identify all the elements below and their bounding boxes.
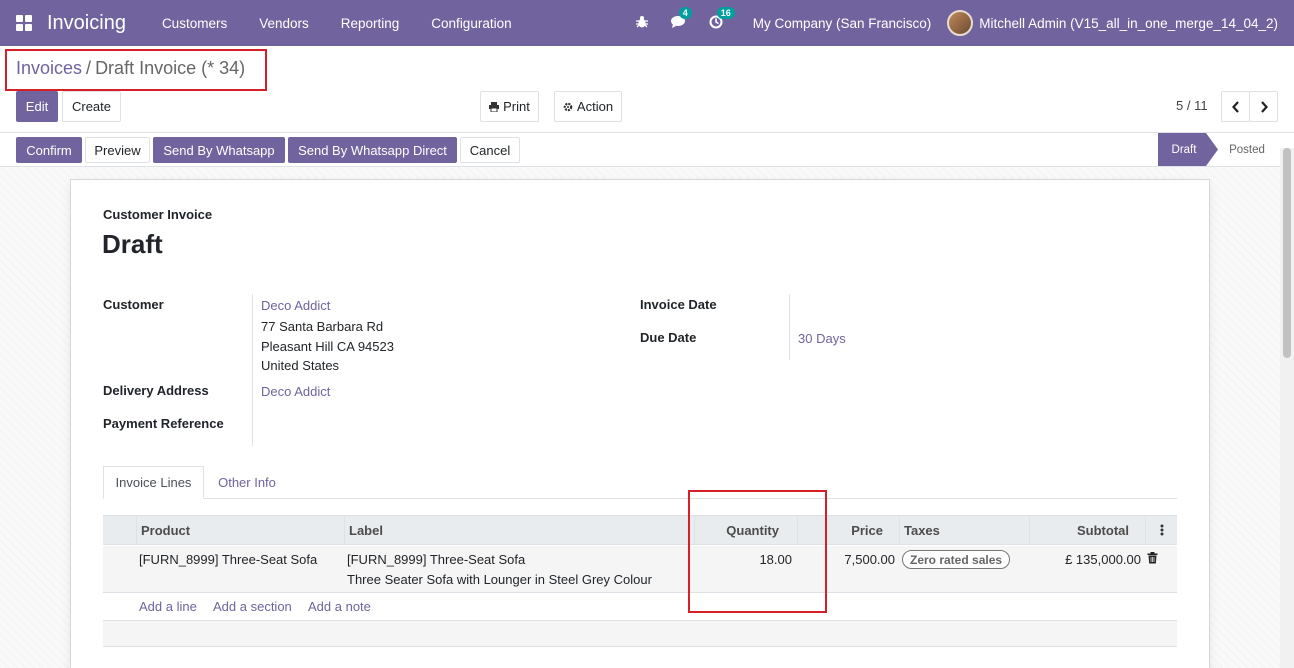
- app-name[interactable]: Invoicing: [47, 12, 126, 35]
- customer-name-link[interactable]: Deco Addict: [261, 298, 330, 313]
- payment-reference-label: Payment Reference: [103, 416, 224, 431]
- menu-vendors[interactable]: Vendors: [243, 16, 325, 31]
- tab-other-info[interactable]: Other Info: [204, 466, 290, 499]
- due-date-label: Due Date: [640, 330, 697, 345]
- apps-menu-icon[interactable]: [16, 15, 32, 31]
- menu-reporting[interactable]: Reporting: [325, 16, 416, 31]
- vertical-scrollbar[interactable]: [1280, 148, 1294, 668]
- cancel-button[interactable]: Cancel: [460, 137, 520, 163]
- pager-next-button[interactable]: [1249, 91, 1278, 122]
- print-icon: [489, 101, 500, 112]
- scrollbar-thumb[interactable]: [1283, 148, 1291, 358]
- messages-count-badge: 4: [678, 6, 692, 19]
- customer-label: Customer: [103, 297, 164, 312]
- messages-icon[interactable]: 4: [670, 6, 692, 32]
- optional-columns-toggle[interactable]: [1145, 516, 1177, 544]
- edit-button[interactable]: Edit: [16, 91, 58, 122]
- preview-button[interactable]: Preview: [85, 137, 150, 163]
- highlight-box-quantity: [688, 490, 827, 613]
- gear-icon: [563, 102, 573, 111]
- add-a-section-link[interactable]: Add a section: [213, 599, 292, 614]
- column-taxes[interactable]: Taxes: [899, 516, 1029, 544]
- stage-draft: Draft: [1158, 133, 1218, 166]
- add-a-note-link[interactable]: Add a note: [308, 599, 371, 614]
- tab-invoice-lines[interactable]: Invoice Lines: [103, 466, 204, 499]
- chevron-right-icon: [1260, 100, 1268, 113]
- activities-count-badge: 16: [716, 6, 735, 19]
- customer-address-line1: 77 Santa Barbara Rd: [261, 319, 384, 334]
- row-label-line2[interactable]: Three Seater Sofa with Lounger in Steel …: [347, 572, 652, 587]
- pager-value[interactable]: 5 / 11: [1176, 98, 1208, 113]
- customer-address-line2: Pleasant Hill CA 94523: [261, 339, 394, 354]
- invoice-name: Draft: [102, 229, 163, 259]
- stage-posted[interactable]: Posted: [1222, 133, 1272, 166]
- invoice-type: Customer Invoice: [103, 207, 213, 222]
- menu-customers[interactable]: Customers: [146, 16, 243, 31]
- chevron-left-icon: [1231, 100, 1239, 113]
- confirm-button[interactable]: Confirm: [16, 137, 82, 163]
- row-product[interactable]: [FURN_8999] Three-Seat Sofa: [139, 552, 317, 567]
- row-label-line1[interactable]: [FURN_8999] Three-Seat Sofa: [347, 552, 525, 567]
- user-avatar[interactable]: [947, 10, 974, 36]
- send-by-whatsapp-button[interactable]: Send By Whatsapp: [153, 137, 285, 163]
- menu-configuration[interactable]: Configuration: [415, 16, 527, 31]
- due-date-value[interactable]: 30 Days: [798, 331, 846, 346]
- print-label: Print: [503, 99, 530, 114]
- field-separator-right: [789, 294, 790, 360]
- send-by-whatsapp-direct-button[interactable]: Send By Whatsapp Direct: [288, 137, 457, 163]
- print-button[interactable]: Print: [480, 91, 539, 122]
- bug-icon[interactable]: [635, 15, 649, 32]
- field-separator-left: [252, 294, 253, 446]
- row-tax-badge[interactable]: Zero rated sales: [902, 550, 1011, 569]
- highlight-box-breadcrumb: [5, 49, 267, 91]
- column-subtotal[interactable]: Subtotal: [1029, 516, 1145, 544]
- create-button[interactable]: Create: [62, 91, 121, 122]
- action-button[interactable]: Action: [554, 91, 622, 122]
- top-navbar: Invoicing Customers Vendors Reporting Co…: [0, 0, 1294, 46]
- column-product[interactable]: Product: [136, 516, 344, 544]
- trash-icon[interactable]: [1147, 552, 1158, 567]
- invoice-date-label: Invoice Date: [640, 297, 717, 312]
- vertical-ellipsis-icon: [1160, 524, 1163, 536]
- row-subtotal: £ 135,000.00: [1065, 552, 1141, 567]
- activities-icon[interactable]: 16: [709, 6, 735, 32]
- column-label[interactable]: Label: [344, 516, 694, 544]
- form-statusbar: Confirm Preview Send By Whatsapp Send By…: [0, 132, 1294, 167]
- company-switcher[interactable]: My Company (San Francisco): [753, 16, 932, 31]
- delivery-address-label: Delivery Address: [103, 383, 209, 398]
- empty-row: [103, 621, 1177, 647]
- delivery-address-link[interactable]: Deco Addict: [261, 384, 330, 399]
- add-a-line-link[interactable]: Add a line: [139, 599, 197, 614]
- pager-previous-button[interactable]: [1221, 91, 1250, 122]
- action-label: Action: [576, 99, 614, 114]
- customer-address-line3: United States: [261, 358, 340, 373]
- invoice-lines-header: Product Label Quantity Price Taxes Subto…: [103, 515, 1177, 545]
- user-menu[interactable]: Mitchell Admin (V15_all_in_one_merge_14_…: [979, 16, 1278, 31]
